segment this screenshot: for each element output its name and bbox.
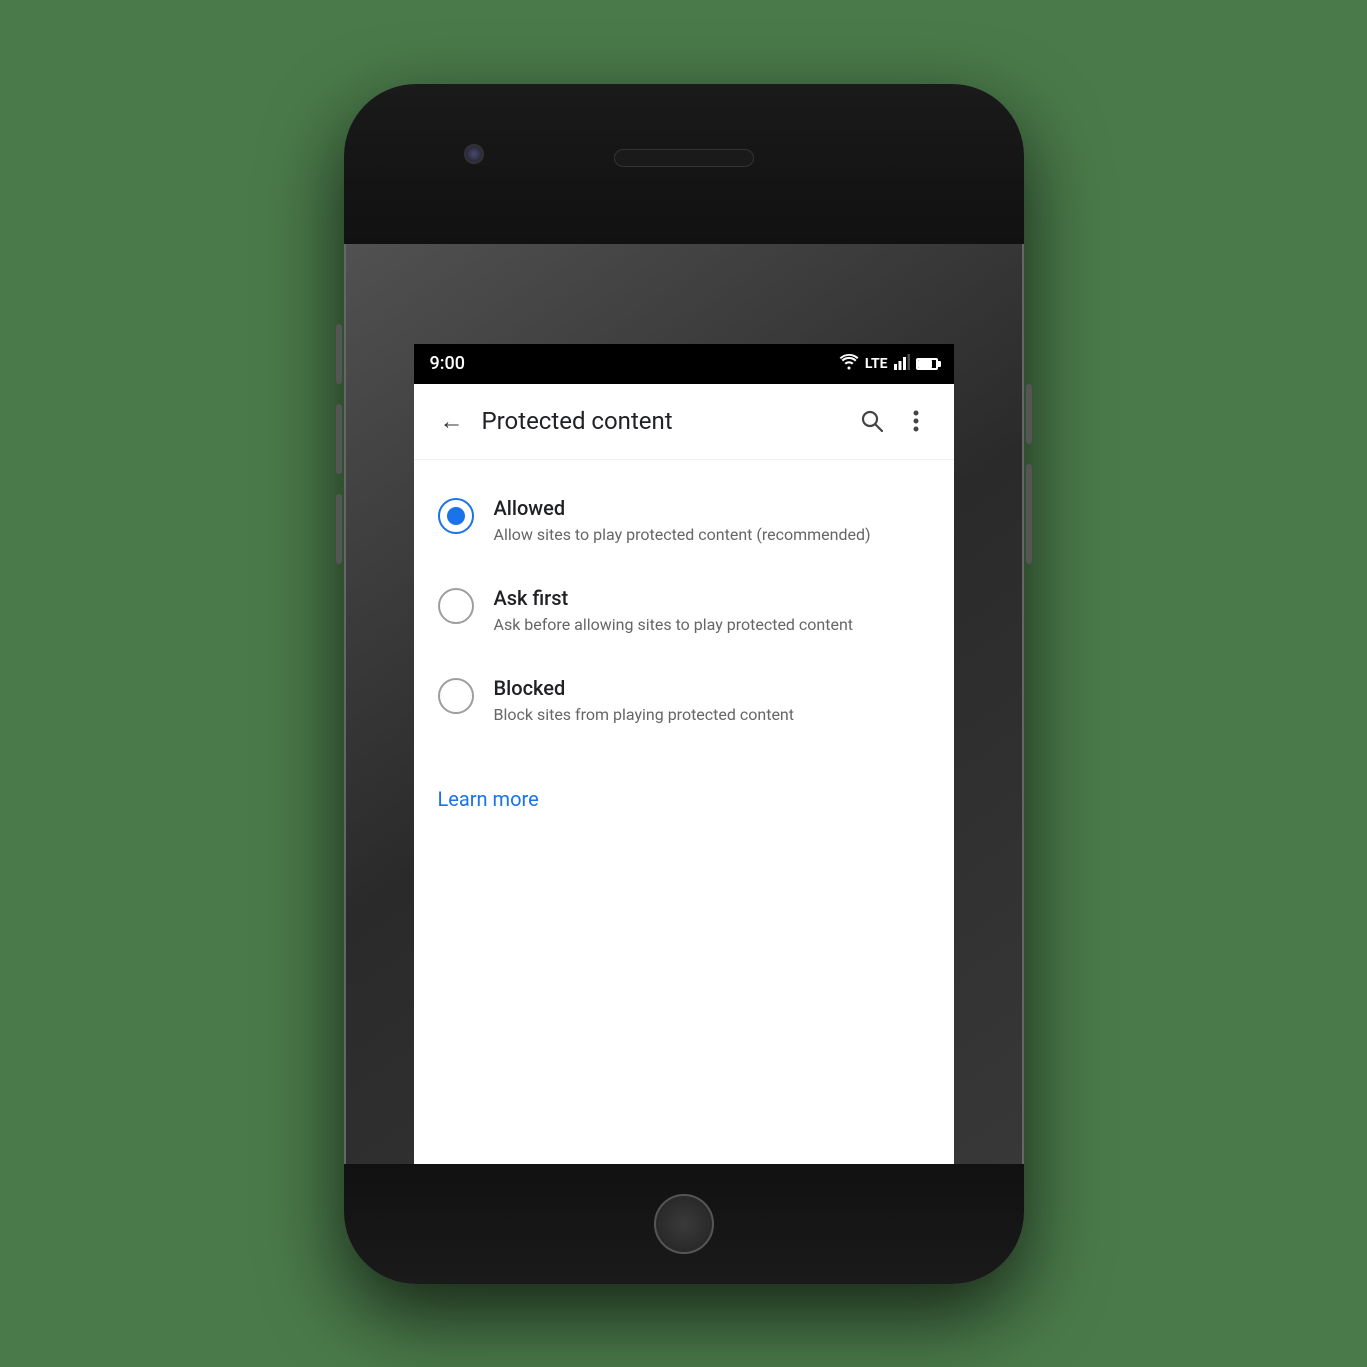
learn-more-link[interactable]: Learn more	[438, 787, 539, 811]
volume-down-button[interactable]	[336, 404, 342, 474]
fingerprint-button[interactable]	[1026, 464, 1032, 564]
phone-device: 9:00 LTE	[344, 84, 1024, 1284]
radio-item-ask-first[interactable]: Ask first Ask before allowing sites to p…	[414, 566, 954, 656]
radio-button-ask-first[interactable]	[438, 588, 474, 624]
phone-top-bezel	[344, 84, 1024, 244]
wifi-icon	[839, 354, 859, 374]
signal-icon	[894, 354, 910, 374]
radio-desc-allowed: Allow sites to play protected content (r…	[494, 524, 871, 546]
battery-icon	[916, 358, 938, 370]
lte-icon: LTE	[865, 356, 888, 372]
page-title: Protected content	[482, 407, 850, 435]
radio-button-blocked[interactable]	[438, 678, 474, 714]
more-icon	[913, 410, 919, 432]
back-button[interactable]: ←	[430, 399, 474, 443]
radio-label-blocked: Blocked	[494, 676, 795, 700]
volume-up-button[interactable]	[336, 324, 342, 384]
radio-item-allowed[interactable]: Allowed Allow sites to play protected co…	[414, 476, 954, 566]
back-arrow-icon: ←	[440, 407, 464, 436]
radio-button-allowed[interactable]	[438, 498, 474, 534]
radio-label-ask-first: Ask first	[494, 586, 854, 610]
phone-bottom-bezel	[344, 1164, 1024, 1284]
screen-content: ← Protected content	[414, 384, 954, 1164]
radio-desc-blocked: Block sites from playing protected conte…	[494, 704, 795, 726]
radio-text-allowed: Allowed Allow sites to play protected co…	[494, 496, 871, 546]
learn-more-section: Learn more	[414, 763, 954, 835]
search-icon	[861, 410, 883, 432]
radio-options-list: Allowed Allow sites to play protected co…	[414, 460, 954, 763]
earpiece-speaker	[614, 149, 754, 167]
radio-text-blocked: Blocked Block sites from playing protect…	[494, 676, 795, 726]
home-button[interactable]	[654, 1194, 714, 1254]
more-options-button[interactable]	[894, 399, 938, 443]
app-bar: ← Protected content	[414, 384, 954, 460]
front-camera	[464, 144, 484, 164]
radio-label-allowed: Allowed	[494, 496, 871, 520]
radio-text-ask-first: Ask first Ask before allowing sites to p…	[494, 586, 854, 636]
search-button[interactable]	[850, 399, 894, 443]
silent-button[interactable]	[336, 494, 342, 564]
status-icons: LTE	[839, 354, 938, 374]
radio-desc-ask-first: Ask before allowing sites to play protec…	[494, 614, 854, 636]
status-bar: 9:00 LTE	[414, 344, 954, 384]
power-button[interactable]	[1026, 384, 1032, 444]
status-time: 9:00	[430, 353, 465, 374]
radio-item-blocked[interactable]: Blocked Block sites from playing protect…	[414, 656, 954, 746]
